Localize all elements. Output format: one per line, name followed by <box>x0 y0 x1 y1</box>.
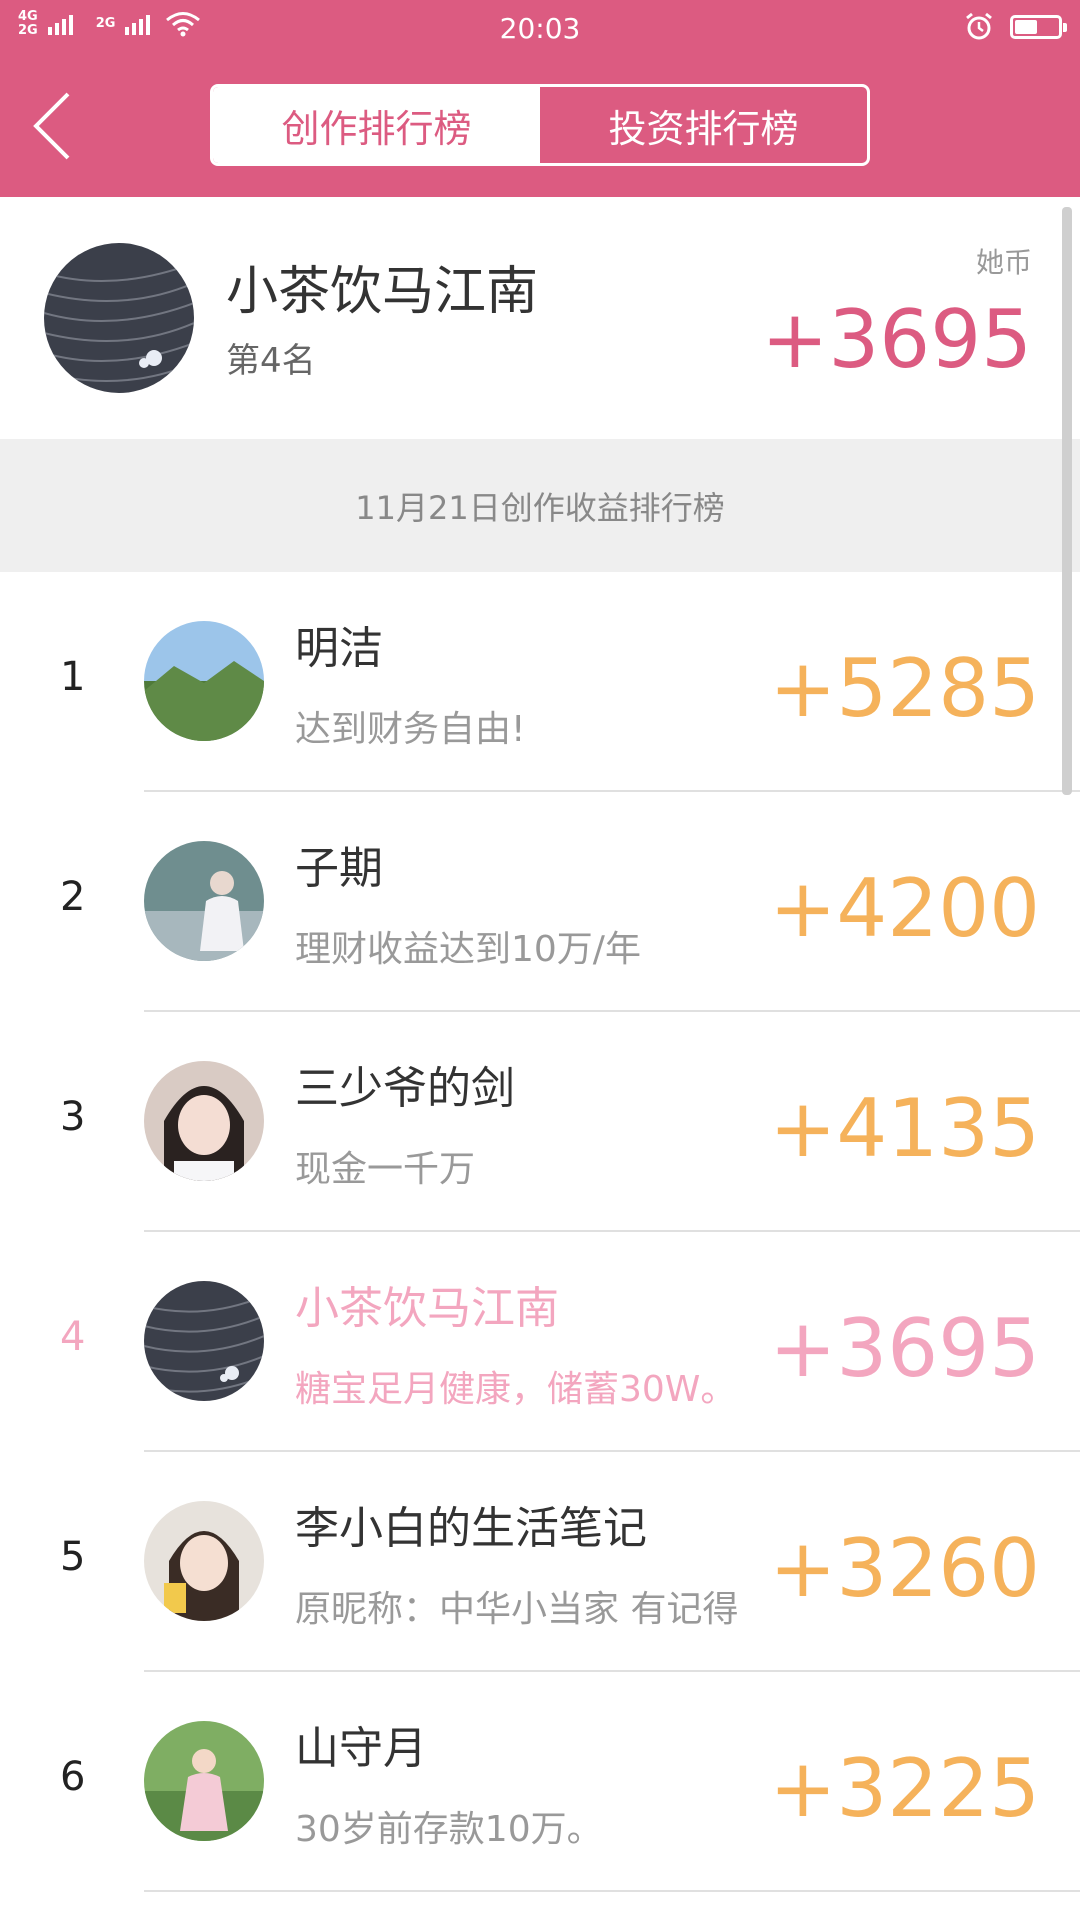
list-item[interactable]: 2 子期 理财收益达到10万/年 +4200 <box>0 792 1080 1012</box>
user-name: 子期 <box>295 843 383 894</box>
leaderboard-list: 1 明洁 达到财务自由! +5285 2 子期 理财收益达到10万/年 +420… <box>0 572 1080 1892</box>
nav-bar: 创作排行榜 投资排行榜 <box>0 56 1080 197</box>
user-motto: 30岁前存款10万。 <box>295 1809 603 1850</box>
user-name: 李小白的生活笔记 <box>295 1503 647 1554</box>
points-value: +3260 <box>769 1522 1040 1615</box>
battery-icon <box>1010 15 1067 39</box>
tab-label: 投资排行榜 <box>608 106 799 151</box>
status-bar: 4G 2G 2G 20:03 <box>0 0 1080 56</box>
points-value: +4135 <box>769 1082 1040 1175</box>
avatar[interactable] <box>144 621 264 741</box>
rank-number: 2 <box>60 874 86 920</box>
avatar[interactable] <box>144 841 264 961</box>
avatar[interactable] <box>144 1061 264 1181</box>
user-name: 三少爷的剑 <box>295 1063 515 1114</box>
avatar[interactable] <box>44 243 194 393</box>
my-rank-card[interactable]: 小茶饮马江南 第4名 她币 +3695 <box>0 197 1080 439</box>
list-item[interactable]: 6 山守月 30岁前存款10万。 +3225 <box>0 1672 1080 1892</box>
currency-label: 她币 <box>975 246 1032 279</box>
tab-switcher: 创作排行榜 投资排行榜 <box>210 84 870 166</box>
alarm-icon <box>966 12 992 40</box>
list-item[interactable]: 1 明洁 达到财务自由! +5285 <box>0 572 1080 792</box>
user-motto: 糖宝足月健康，储蓄30W。 <box>295 1369 737 1410</box>
divider <box>144 1890 1080 1892</box>
section-title: 11月21日创作收益排行榜 <box>0 439 1080 572</box>
my-rank-label: 第4名 <box>226 341 316 381</box>
points-value: +3225 <box>769 1742 1040 1835</box>
user-motto: 原昵称：中华小当家 有记得 <box>295 1589 739 1630</box>
user-motto: 理财收益达到10万/年 <box>295 929 641 970</box>
avatar[interactable] <box>144 1501 264 1621</box>
rank-number: 6 <box>60 1754 86 1800</box>
user-motto: 达到财务自由! <box>295 709 526 750</box>
my-points: +3695 <box>761 293 1032 386</box>
rank-number: 3 <box>60 1094 86 1140</box>
rank-number: 4 <box>60 1314 86 1360</box>
back-button[interactable] <box>26 86 96 166</box>
user-name: 小茶饮马江南 <box>295 1283 559 1334</box>
avatar[interactable] <box>144 1721 264 1841</box>
points-value: +5285 <box>769 642 1040 735</box>
scrollbar[interactable] <box>1062 207 1072 795</box>
my-name: 小茶饮马江南 <box>226 262 539 322</box>
status-right <box>964 12 1067 42</box>
rank-number: 5 <box>60 1534 86 1580</box>
user-name: 明洁 <box>295 623 383 674</box>
points-value: +3695 <box>769 1302 1040 1395</box>
battery-level <box>1015 20 1037 34</box>
tab-label: 创作排行榜 <box>281 106 472 151</box>
status-time: 20:03 <box>499 12 581 45</box>
tab-creation-ranking[interactable]: 创作排行榜 <box>213 87 540 163</box>
user-name: 山守月 <box>295 1723 427 1774</box>
list-item-current-user[interactable]: 4 小茶饮马江南 糖宝足月健康，储蓄30W。 +3695 <box>0 1232 1080 1452</box>
list-item[interactable]: 3 三少爷的剑 现金一千万 +4135 <box>0 1012 1080 1232</box>
points-value: +4200 <box>769 862 1040 955</box>
avatar[interactable] <box>144 1281 264 1401</box>
rank-number: 1 <box>60 654 86 700</box>
tab-investment-ranking[interactable]: 投资排行榜 <box>540 87 867 163</box>
list-item[interactable]: 5 李小白的生活笔记 原昵称：中华小当家 有记得 +3260 <box>0 1452 1080 1672</box>
chevron-left-icon <box>33 92 70 160</box>
user-motto: 现金一千万 <box>295 1149 476 1190</box>
